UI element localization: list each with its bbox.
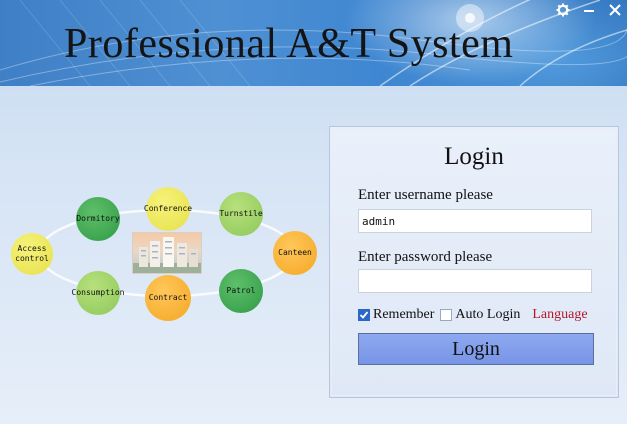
username-label: Enter username please bbox=[358, 187, 493, 203]
app-title: Professional A&T System bbox=[64, 21, 514, 67]
module-label: Contract bbox=[148, 293, 188, 302]
module-label: Conference bbox=[143, 204, 193, 213]
login-button[interactable]: Login bbox=[358, 333, 594, 365]
module-contract: Contract bbox=[145, 275, 191, 321]
module-canteen: Canteen bbox=[273, 231, 317, 275]
module-access-control: Access control bbox=[11, 233, 53, 275]
close-icon bbox=[609, 3, 621, 21]
username-input[interactable] bbox=[358, 209, 592, 233]
minimize-icon bbox=[583, 3, 595, 21]
login-options: Remember Auto Login Language bbox=[358, 307, 588, 323]
login-title: Login bbox=[444, 143, 504, 170]
checkmark-icon bbox=[359, 311, 369, 319]
module-label: Turnstile bbox=[219, 209, 263, 218]
remember-checkbox[interactable] bbox=[358, 309, 370, 321]
language-link[interactable]: Language bbox=[532, 307, 587, 323]
module-label: Access control bbox=[15, 244, 49, 263]
login-panel: Login Enter username please Enter passwo… bbox=[329, 126, 619, 398]
module-conference: Conference bbox=[143, 187, 193, 231]
settings-button[interactable] bbox=[555, 3, 571, 22]
auto-login-checkbox[interactable] bbox=[440, 309, 453, 321]
buildings-image bbox=[132, 232, 202, 274]
close-button[interactable] bbox=[607, 4, 623, 20]
password-input[interactable] bbox=[358, 269, 592, 293]
window-controls bbox=[555, 3, 623, 22]
modules-diagram: Access control Dormitory Conference Turn… bbox=[0, 86, 330, 424]
gear-icon bbox=[556, 3, 570, 22]
title-banner: Professional A&T System bbox=[0, 0, 627, 86]
minimize-button[interactable] bbox=[581, 4, 597, 20]
module-dormitory: Dormitory bbox=[76, 197, 120, 241]
auto-login-label: Auto Login bbox=[455, 307, 521, 322]
module-label: Patrol bbox=[226, 286, 256, 295]
module-label: Dormitory bbox=[76, 214, 120, 223]
module-label: Canteen bbox=[278, 248, 312, 257]
password-label: Enter password please bbox=[358, 249, 493, 265]
module-patrol: Patrol bbox=[219, 269, 263, 313]
remember-label: Remember bbox=[373, 307, 435, 322]
module-label: Consumption bbox=[71, 288, 125, 297]
module-consumption: Consumption bbox=[72, 271, 125, 315]
module-turnstile: Turnstile bbox=[219, 192, 263, 236]
